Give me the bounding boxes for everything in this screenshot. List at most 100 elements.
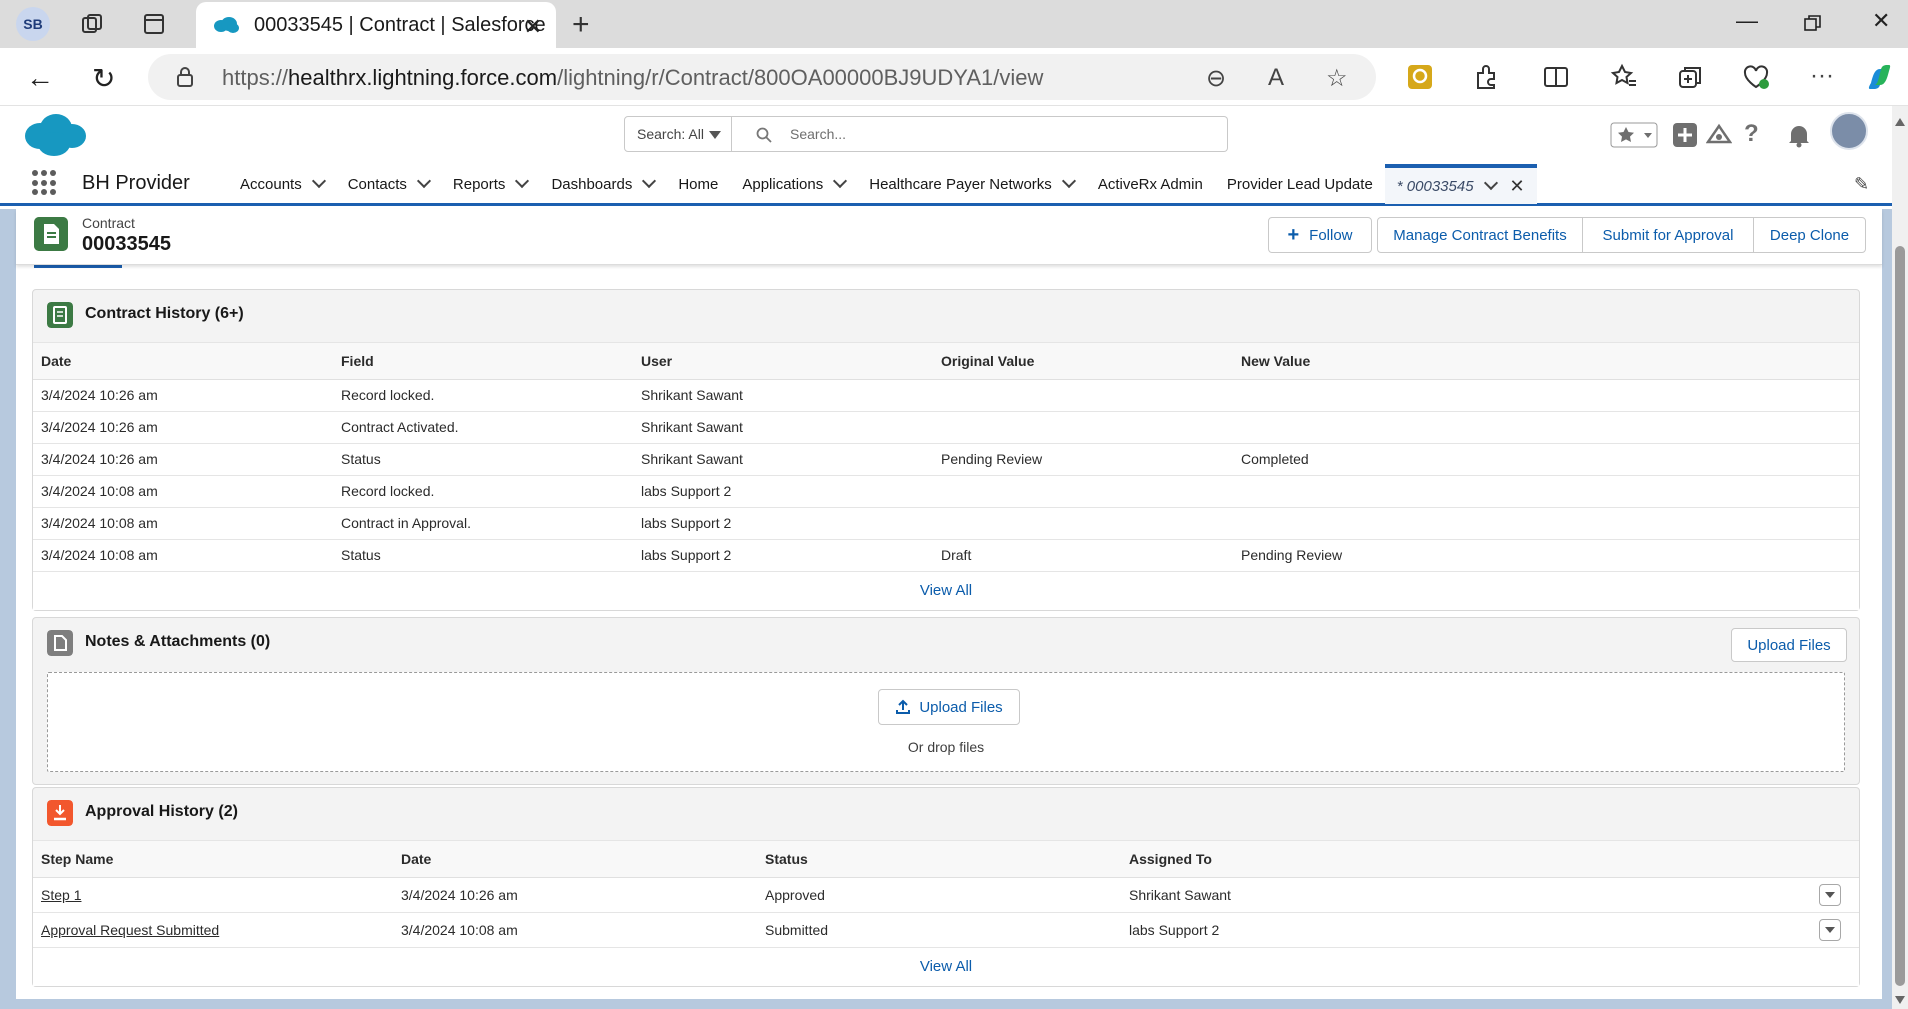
- table-cell: Record locked.: [333, 379, 633, 412]
- nav-tab-reports[interactable]: Reports: [441, 164, 540, 204]
- table-cell[interactable]: labs Support 2: [633, 507, 933, 540]
- nav-tab-home[interactable]: Home: [666, 164, 730, 204]
- column-header[interactable]: Assigned To: [1121, 841, 1811, 878]
- favorites-star-menu-icon[interactable]: [1610, 122, 1658, 148]
- trailhead-guidance-icon[interactable]: [1706, 122, 1732, 148]
- nav-tab-provider-lead-update[interactable]: Provider Lead Update: [1215, 164, 1385, 204]
- column-header[interactable]: User: [633, 343, 933, 380]
- column-header[interactable]: Status: [757, 841, 1121, 878]
- nav-tab-activerx-admin[interactable]: ActiveRx Admin: [1086, 164, 1215, 204]
- approval-history-card: Approval History (2) Step Name Date Status…: [32, 787, 1860, 987]
- browser-tab[interactable]: 00033545 | Contract | Salesforce ✕: [196, 2, 556, 48]
- scroll-up-icon[interactable]: [1895, 118, 1905, 126]
- table-cell[interactable]: Shrikant Sawant: [1121, 877, 1811, 913]
- nav-tab-accounts[interactable]: Accounts: [228, 164, 336, 204]
- table-cell[interactable]: Step 1: [33, 877, 393, 913]
- column-header[interactable]: Field: [333, 343, 633, 380]
- close-window-icon[interactable]: ✕: [1872, 8, 1890, 34]
- help-icon[interactable]: ?: [1744, 120, 1770, 147]
- zoom-out-icon[interactable]: ⊖: [1206, 64, 1226, 93]
- favorites-icon[interactable]: [1610, 63, 1638, 91]
- search-scope-dropdown[interactable]: Search: All: [624, 116, 732, 152]
- table-cell: 3/4/2024 10:26 am: [33, 379, 333, 412]
- submit-for-approval-button[interactable]: Submit for Approval: [1582, 217, 1754, 253]
- nav-tab-active-record[interactable]: * 00033545 ✕: [1384, 164, 1537, 204]
- workspaces-icon[interactable]: [80, 12, 104, 36]
- more-options-icon[interactable]: ···: [1810, 62, 1834, 90]
- edit-nav-pencil-icon[interactable]: ✎: [1854, 174, 1869, 195]
- file-dropzone[interactable]: Upload Files Or drop files: [47, 672, 1845, 772]
- chevron-down-icon[interactable]: [1061, 173, 1076, 189]
- user-avatar[interactable]: [1830, 112, 1868, 150]
- scrollbar-thumb[interactable]: [1895, 246, 1905, 986]
- refresh-icon[interactable]: ↻: [92, 62, 115, 95]
- nav-tab-healthcare-payer-networks[interactable]: Healthcare Payer Networks: [857, 164, 1086, 204]
- global-actions-plus-icon[interactable]: [1672, 122, 1698, 148]
- notifications-bell-icon[interactable]: [1786, 122, 1812, 148]
- global-search-input[interactable]: Search...: [732, 116, 1228, 152]
- browser-tab-strip: SB 00033545 | Contract | Salesforce ✕ + …: [0, 0, 1908, 48]
- approval-history-title[interactable]: Approval History (2): [85, 803, 238, 821]
- minimize-icon[interactable]: —: [1736, 8, 1758, 34]
- column-header[interactable]: Date: [393, 841, 757, 878]
- deep-clone-button[interactable]: Deep Clone: [1753, 217, 1866, 253]
- notes-attachments-title[interactable]: Notes & Attachments (0): [85, 633, 270, 651]
- column-header[interactable]: Original Value: [933, 343, 1233, 380]
- copilot-icon[interactable]: [1866, 63, 1894, 91]
- chevron-down-icon[interactable]: [311, 173, 326, 189]
- vertical-tabs-icon[interactable]: [142, 12, 166, 36]
- row-actions-dropdown-icon[interactable]: [1819, 883, 1841, 906]
- split-screen-icon[interactable]: [1542, 63, 1570, 91]
- table-cell[interactable]: Approval Request Submitted: [33, 912, 393, 948]
- table-cell: [933, 507, 1233, 540]
- chevron-down-icon[interactable]: [515, 173, 530, 189]
- url-field[interactable]: https://healthrx.lightning.force.com/lig…: [148, 54, 1376, 100]
- contract-history-title[interactable]: Contract History (6+): [85, 305, 244, 323]
- table-cell[interactable]: labs Support 2: [633, 539, 933, 572]
- table-cell[interactable]: Shrikant Sawant: [633, 379, 933, 412]
- favorite-star-icon[interactable]: ☆: [1326, 64, 1348, 93]
- browser-essentials-icon[interactable]: [1742, 63, 1770, 91]
- collections-icon[interactable]: [1676, 63, 1704, 91]
- upload-files-button[interactable]: Upload Files: [1731, 628, 1847, 662]
- table-cell: Status: [333, 443, 633, 476]
- app-launcher-icon[interactable]: [32, 170, 58, 196]
- profile-avatar[interactable]: SB: [16, 7, 50, 41]
- extensions-puzzle-icon[interactable]: [1472, 63, 1500, 91]
- extension-q-icon[interactable]: [1406, 63, 1434, 91]
- table-cell[interactable]: labs Support 2: [1121, 912, 1811, 948]
- salesforce-logo-icon[interactable]: [22, 110, 88, 158]
- table-cell: Submitted: [757, 912, 1121, 948]
- chevron-down-icon[interactable]: [642, 173, 657, 189]
- approval-history-view-all-link[interactable]: View All: [33, 947, 1859, 986]
- column-header[interactable]: Date: [33, 343, 333, 380]
- back-icon[interactable]: ←: [26, 62, 54, 94]
- chevron-down-icon[interactable]: [416, 173, 431, 189]
- column-header[interactable]: Step Name: [33, 841, 393, 878]
- restore-icon[interactable]: [1804, 14, 1822, 32]
- close-tab-icon[interactable]: ✕: [524, 14, 542, 40]
- close-tab-icon[interactable]: ✕: [1510, 176, 1525, 197]
- lock-icon[interactable]: [176, 66, 194, 88]
- table-cell[interactable]: Shrikant Sawant: [633, 443, 933, 476]
- nav-tab-label: Dashboards: [551, 175, 633, 193]
- chevron-down-icon[interactable]: [1483, 175, 1498, 191]
- table-header-row: Date Field User Original Value New Value: [33, 343, 1859, 380]
- column-header[interactable]: New Value: [1233, 343, 1859, 380]
- page-scrollbar[interactable]: [1892, 106, 1908, 1009]
- contract-history-view-all-link[interactable]: View All: [33, 571, 1859, 610]
- follow-button[interactable]: + Follow: [1268, 217, 1372, 253]
- table-cell: [1233, 411, 1859, 444]
- new-tab-icon[interactable]: +: [572, 8, 590, 42]
- read-aloud-icon[interactable]: A: [1268, 64, 1284, 92]
- nav-tab-contacts[interactable]: Contacts: [336, 164, 441, 204]
- table-cell[interactable]: labs Support 2: [633, 475, 933, 508]
- nav-tab-applications[interactable]: Applications: [730, 164, 857, 204]
- dropzone-upload-files-button[interactable]: Upload Files: [878, 689, 1020, 725]
- row-actions-dropdown-icon[interactable]: [1819, 918, 1841, 941]
- nav-tab-dashboards[interactable]: Dashboards: [539, 164, 666, 204]
- manage-contract-benefits-button[interactable]: Manage Contract Benefits: [1377, 217, 1583, 253]
- chevron-down-icon[interactable]: [833, 173, 848, 189]
- table-cell[interactable]: Shrikant Sawant: [633, 411, 933, 444]
- scroll-down-icon[interactable]: [1895, 996, 1905, 1004]
